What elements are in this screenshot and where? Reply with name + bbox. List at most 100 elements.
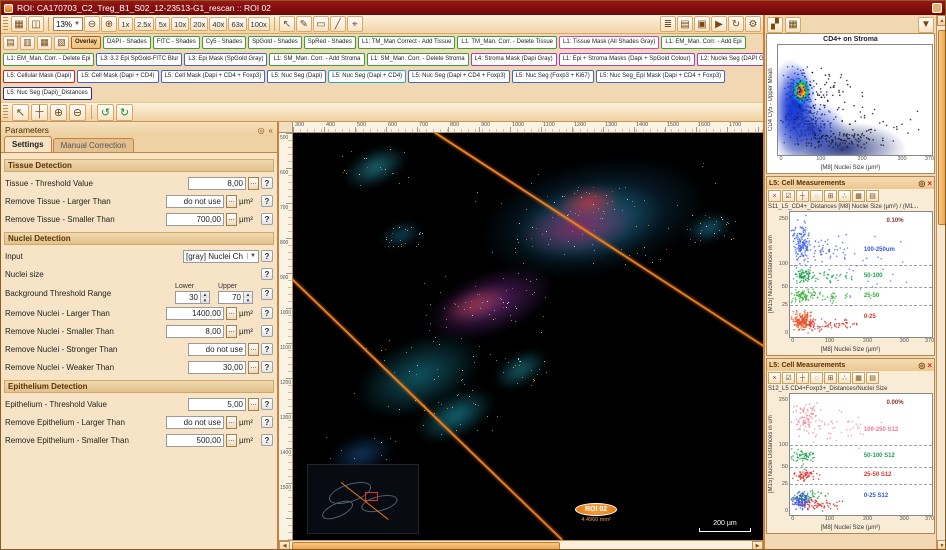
ellipsis-button[interactable]: … xyxy=(226,195,237,208)
pin-icon[interactable]: ◎ xyxy=(918,179,925,188)
ellipsis-button[interactable]: … xyxy=(226,213,237,226)
help-button[interactable]: ? xyxy=(261,268,273,280)
refresh-view-icon[interactable]: ↺ xyxy=(97,104,114,121)
view-tab[interactable]: SpRed - Shades xyxy=(304,36,356,49)
viewer-hscrollbar[interactable]: ◀ ▶ xyxy=(279,540,763,550)
view-tab[interactable]: L4: Stroma Mask (Dapi Gray) xyxy=(471,53,557,66)
tab-settings[interactable]: Settings xyxy=(4,136,52,152)
layers-icon[interactable]: ▤ xyxy=(677,16,693,32)
spinner-down-icon[interactable]: ▼ xyxy=(244,298,252,304)
pointer-icon[interactable]: ↖ xyxy=(12,104,29,121)
zoom-region-icon[interactable]: ⊞ xyxy=(824,372,837,384)
help-button[interactable]: ? xyxy=(261,361,273,373)
help-button[interactable]: ? xyxy=(261,250,273,262)
help-button[interactable]: ? xyxy=(261,325,273,337)
right-vscrollbar[interactable]: ▲ ▼ xyxy=(936,15,946,550)
channels-icon[interactable]: ≣ xyxy=(660,16,676,32)
view-tab[interactable]: L1: SM_Man. Corr. - Add Stroma xyxy=(269,53,364,66)
view-tab[interactable]: L5: Nuc Seg (Dapi)_Distances xyxy=(3,87,92,100)
ellipsis-button[interactable]: … xyxy=(226,434,237,447)
view-tab[interactable]: L5: Cell Mask (Dapi + CD4) xyxy=(77,70,158,83)
view-tab[interactable]: L3: Epi Mask (SpGold Gray) xyxy=(184,53,267,66)
ellipsis-button[interactable]: … xyxy=(248,398,259,411)
help-button[interactable]: ? xyxy=(261,288,273,300)
draw-line-icon[interactable]: ╱ xyxy=(330,16,346,32)
view-tab[interactable]: L1: TM_Man. Corr. - Delete Tissue xyxy=(457,36,557,49)
collapse-panel-icon[interactable]: « xyxy=(269,126,273,135)
view-tab[interactable]: SpGold - Shades xyxy=(248,36,302,49)
zoom-out-icon[interactable]: ⊖ xyxy=(69,104,86,121)
zoom-region-icon[interactable]: ⊞ xyxy=(824,190,837,202)
grid-icon[interactable]: ▦ xyxy=(852,190,865,202)
pin-view-icon[interactable]: ◫ xyxy=(28,16,44,32)
help-button[interactable]: ? xyxy=(261,213,273,225)
param-input[interactable]: 500,00 xyxy=(166,434,224,447)
select-checkbox-icon[interactable]: ☑ xyxy=(782,372,795,384)
ellipsis-button[interactable]: … xyxy=(248,343,259,356)
pin-icon[interactable]: ◎ xyxy=(918,361,925,370)
scatter-plot[interactable]: 100-250um50-10025-500-250.10% xyxy=(789,211,933,338)
crosshair-icon[interactable]: ┼ xyxy=(796,372,809,384)
draw-rectangle-icon[interactable]: ▭ xyxy=(313,16,329,32)
view-tab[interactable]: L1: Tissue Mask (All Shades Gray) xyxy=(559,36,659,49)
view-tab[interactable]: L3: 3.2 Epi SpGold-FITC Blur xyxy=(96,53,182,66)
param-input[interactable]: 5,00 xyxy=(188,398,246,411)
crosshair-icon[interactable]: ┼ xyxy=(796,190,809,202)
pin-icon[interactable]: ◎ xyxy=(258,126,265,135)
param-input[interactable]: 30,00 xyxy=(188,361,246,374)
zoom-preset-button[interactable]: 2.5x xyxy=(134,17,154,31)
zoom-level-select[interactable]: 13%▼ xyxy=(53,17,83,31)
view-tab[interactable]: DAPI - Shades xyxy=(103,36,151,49)
view-tab[interactable]: L2: Nuclei Seg (DAPI Gray) xyxy=(697,53,763,66)
scatter-plot[interactable]: 100-250 S1250-100 S1225-50 S120-25 S120.… xyxy=(789,393,933,516)
spinner-down-icon[interactable]: ▼ xyxy=(201,298,209,304)
ellipsis-button[interactable]: … xyxy=(226,307,237,320)
param-input[interactable]: do not use xyxy=(166,195,224,208)
param-input[interactable]: 8,00 xyxy=(166,325,224,338)
view-tab[interactable]: Cy5 - Shades xyxy=(202,36,246,49)
scatter-plot[interactable] xyxy=(777,44,933,156)
zoom-preset-button[interactable]: 40x xyxy=(209,17,227,31)
export-icon[interactable]: ▤ xyxy=(866,372,879,384)
pan-hand-icon[interactable]: ┼ xyxy=(31,104,48,121)
zoom-out-icon[interactable]: ⊖ xyxy=(84,16,100,32)
hscroll-track[interactable] xyxy=(290,541,752,550)
vscroll-track[interactable] xyxy=(937,26,946,540)
lasso-icon[interactable]: ◌ xyxy=(810,372,823,384)
settings-gear-icon[interactable]: ⚙ xyxy=(745,16,761,32)
zoom-preset-button[interactable]: 20x xyxy=(190,17,208,31)
param-input[interactable]: 1400,00 xyxy=(166,307,224,320)
viewer-toolbar-grip[interactable] xyxy=(3,105,8,119)
toolbar-grip[interactable] xyxy=(3,17,8,31)
play-icon[interactable]: ▶ xyxy=(711,16,727,32)
help-button[interactable]: ? xyxy=(261,343,273,355)
view-thumbnail-2[interactable]: ▥ xyxy=(20,36,35,50)
help-button[interactable]: ? xyxy=(261,434,273,446)
zoom-preset-button[interactable]: 100x xyxy=(248,17,270,31)
export-icon[interactable]: ▤ xyxy=(866,190,879,202)
param-input[interactable]: do not use xyxy=(166,416,224,429)
ellipsis-button[interactable]: … xyxy=(248,361,259,374)
view-tab[interactable]: L5: Nuc Seg (Dapi + CD4 + Foxp3) xyxy=(408,70,509,83)
view-tab[interactable]: L5: Nuc Seg_Epi Mask (Dapi + CD4 + Foxp3… xyxy=(596,70,725,83)
lower-threshold-spinner[interactable]: 30▲▼ xyxy=(175,291,210,304)
scroll-down-icon[interactable]: ▼ xyxy=(937,540,946,550)
help-button[interactable]: ? xyxy=(261,177,273,189)
zoom-preset-button[interactable]: 63x xyxy=(228,17,246,31)
view-tab[interactable]: L5: Cell Mask (Dapi + CD4 + Foxp3) xyxy=(161,70,266,83)
scroll-left-icon[interactable]: ◀ xyxy=(279,541,290,550)
view-tab[interactable]: L5: Nuc Seg (Foxp3 + Ki67) xyxy=(512,70,594,83)
titlebar-button[interactable] xyxy=(932,3,942,13)
histogram-view-icon[interactable]: ▞ xyxy=(767,17,783,33)
view-tab[interactable]: L5: Nuc Seg (Dapi + CD4) xyxy=(328,70,406,83)
pointer-tool-icon[interactable]: ↖ xyxy=(279,16,295,32)
view-thumbnail-3[interactable]: ▦ xyxy=(37,36,52,50)
zoom-preset-button[interactable]: 10x xyxy=(171,17,189,31)
draw-pencil-icon[interactable]: ✎ xyxy=(296,16,312,32)
view-tab[interactable]: L5: Cellular Mask (Dapi) xyxy=(3,70,75,83)
close-icon[interactable]: × xyxy=(927,361,932,370)
param-input[interactable]: 700,00 xyxy=(166,213,224,226)
zoom-in-icon[interactable]: ⊕ xyxy=(101,16,117,32)
view-tab[interactable]: FITC - Shades xyxy=(153,36,200,49)
help-button[interactable]: ? xyxy=(261,195,273,207)
